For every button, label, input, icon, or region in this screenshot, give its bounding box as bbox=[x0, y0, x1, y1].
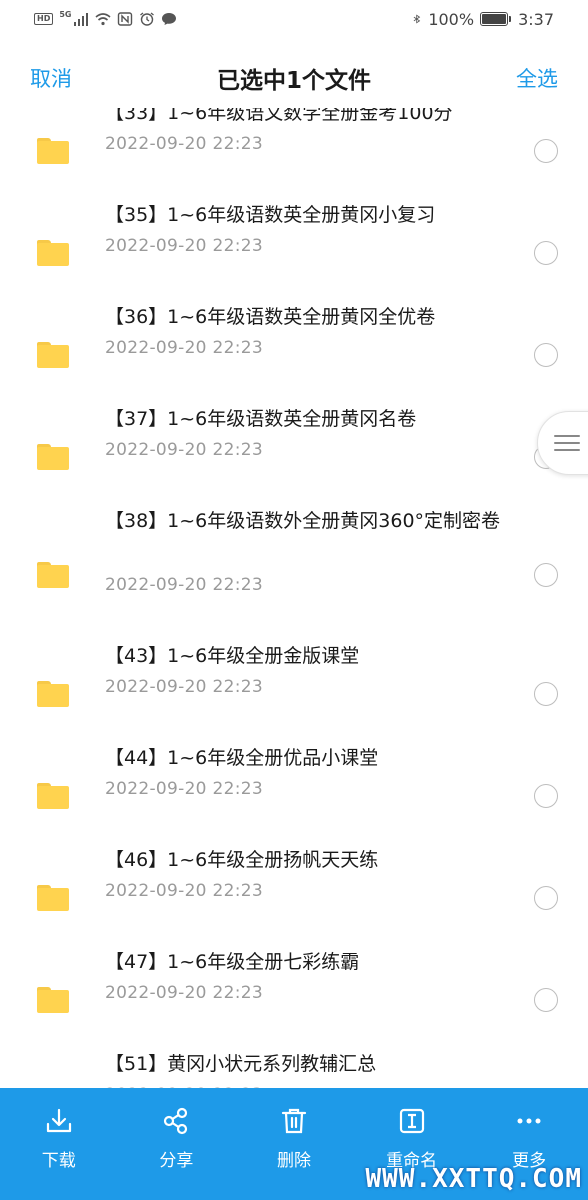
file-row[interactable]: 【43】1~6年级全册金版课堂 2022-09-20 22:23 bbox=[0, 640, 588, 742]
rename-icon bbox=[399, 1108, 424, 1134]
wifi-icon bbox=[95, 13, 112, 26]
file-date: 2022-09-20 22:23 bbox=[105, 881, 263, 901]
file-row[interactable]: 【51】黄冈小状元系列教辅汇总2022-09-20 22:23 bbox=[0, 1048, 588, 1088]
folder-icon bbox=[37, 680, 69, 707]
folder-icon bbox=[37, 443, 69, 470]
file-row[interactable]: 【47】1~6年级全册七彩练霸 2022-09-20 22:23 bbox=[0, 946, 588, 1048]
share-label: 分享 bbox=[159, 1151, 194, 1171]
bottom-toolbar: 下载 分享 删除 重命名 更多 WWW.XXTTQ.COM bbox=[0, 1088, 588, 1200]
file-name: 【46】1~6年级全册扬帆天天练 bbox=[105, 849, 379, 871]
more-icon bbox=[517, 1118, 541, 1124]
clock: 3:37 bbox=[518, 9, 554, 29]
file-name: 【47】1~6年级全册七彩练霸 bbox=[105, 951, 360, 973]
file-name: 【33】1~6年级语文数学全册金考100分 bbox=[105, 108, 453, 124]
select-all-button[interactable]: 全选 bbox=[516, 63, 558, 93]
folder-icon bbox=[37, 341, 69, 368]
network-label: 5G bbox=[59, 9, 72, 19]
status-bar: HD 5G 100% 3:37 bbox=[0, 0, 588, 38]
folder-icon bbox=[37, 137, 69, 164]
status-right: 100% 3:37 bbox=[412, 10, 554, 29]
cancel-button[interactable]: 取消 bbox=[30, 63, 72, 93]
nfc-icon bbox=[118, 12, 133, 26]
battery-fill bbox=[482, 14, 507, 24]
share-button[interactable]: 分享 bbox=[118, 1088, 236, 1200]
select-checkbox[interactable] bbox=[534, 783, 558, 808]
file-date: 2022-09-20 22:23 bbox=[105, 236, 263, 256]
select-checkbox[interactable] bbox=[534, 563, 558, 587]
bluetooth-icon bbox=[413, 14, 421, 24]
menu-icon bbox=[554, 430, 580, 456]
file-date: 2022-09-20 22:23 bbox=[105, 575, 263, 595]
download-icon bbox=[46, 1108, 71, 1133]
signal-icon bbox=[74, 13, 89, 26]
folder-icon bbox=[37, 782, 69, 809]
file-date: 2022-09-20 22:23 bbox=[105, 983, 263, 1003]
file-row[interactable]: 【33】1~6年级语文数学全册金考100分 2022-09-20 22:23 bbox=[0, 108, 588, 199]
trash-icon bbox=[281, 1108, 307, 1134]
folder-icon bbox=[37, 562, 69, 588]
select-checkbox[interactable] bbox=[534, 342, 558, 367]
status-left: HD 5G bbox=[34, 9, 177, 26]
battery-icon bbox=[480, 12, 512, 26]
file-row[interactable]: 【44】1~6年级全册优品小课堂 2022-09-20 22:23 bbox=[0, 742, 588, 844]
file-date: 2022-09-20 22:23 bbox=[105, 677, 263, 697]
message-icon bbox=[162, 13, 177, 25]
file-name: 【51】黄冈小状元系列教辅汇总 bbox=[105, 1053, 377, 1075]
select-checkbox[interactable] bbox=[534, 138, 558, 163]
file-list[interactable]: 【33】1~6年级语文数学全册金考100分 2022-09-20 22:23 【35… bbox=[0, 108, 588, 1088]
file-row[interactable]: 【46】1~6年级全册扬帆天天练 2022-09-20 22:23 bbox=[0, 844, 588, 946]
watermark: WWW.XXTTQ.COM bbox=[365, 1164, 582, 1194]
file-row[interactable]: 【37】1~6年级语数英全册黄冈名卷 2022-09-20 22:23 bbox=[0, 403, 588, 505]
file-date: 2022-09-20 22:23 bbox=[105, 338, 263, 358]
selection-header: 取消 已选中1个文件 全选 bbox=[0, 48, 588, 108]
file-row[interactable]: 【35】1~6年级语数英全册黄冈小复习 2022-09-20 22:23 bbox=[0, 199, 588, 301]
file-row[interactable]: 【38】1~6年级语数外全册黄冈360°定制密卷 2022-09-20 22:23 bbox=[0, 505, 588, 640]
share-icon bbox=[164, 1107, 188, 1135]
battery-percent: 100% bbox=[428, 9, 475, 29]
folder-icon bbox=[37, 239, 69, 266]
alarm-icon bbox=[140, 12, 155, 26]
file-date: 2022-09-20 22:23 bbox=[105, 134, 263, 154]
file-name: 【35】1~6年级语数英全册黄冈小复习 bbox=[105, 204, 436, 226]
download-button[interactable]: 下载 bbox=[0, 1088, 118, 1200]
select-checkbox[interactable] bbox=[534, 987, 558, 1012]
page-title: 已选中1个文件 bbox=[216, 68, 371, 94]
file-name: 【44】1~6年级全册优品小课堂 bbox=[105, 747, 379, 769]
file-name: 【43】1~6年级全册金版课堂 bbox=[105, 645, 360, 667]
file-name: 【37】1~6年级语数英全册黄冈名卷 bbox=[105, 408, 417, 430]
download-label: 下载 bbox=[41, 1151, 76, 1171]
hd-badge: HD bbox=[34, 13, 54, 25]
file-row[interactable]: 【36】1~6年级语数英全册黄冈全优卷 2022-09-20 22:23 bbox=[0, 301, 588, 403]
file-date: 2022-09-20 22:23 bbox=[105, 779, 263, 799]
file-name: 【36】1~6年级语数英全册黄冈全优卷 bbox=[105, 306, 436, 328]
select-checkbox[interactable] bbox=[534, 240, 558, 265]
file-name: 【38】1~6年级语数外全册黄冈360°定制密卷 bbox=[105, 510, 501, 532]
folder-icon bbox=[37, 884, 69, 911]
folder-icon bbox=[37, 986, 69, 1013]
delete-label: 删除 bbox=[276, 1151, 311, 1171]
file-date: 2022-09-20 22:23 bbox=[105, 440, 263, 460]
select-checkbox[interactable] bbox=[534, 681, 558, 706]
delete-button[interactable]: 删除 bbox=[235, 1088, 353, 1200]
select-checkbox[interactable] bbox=[534, 885, 558, 910]
